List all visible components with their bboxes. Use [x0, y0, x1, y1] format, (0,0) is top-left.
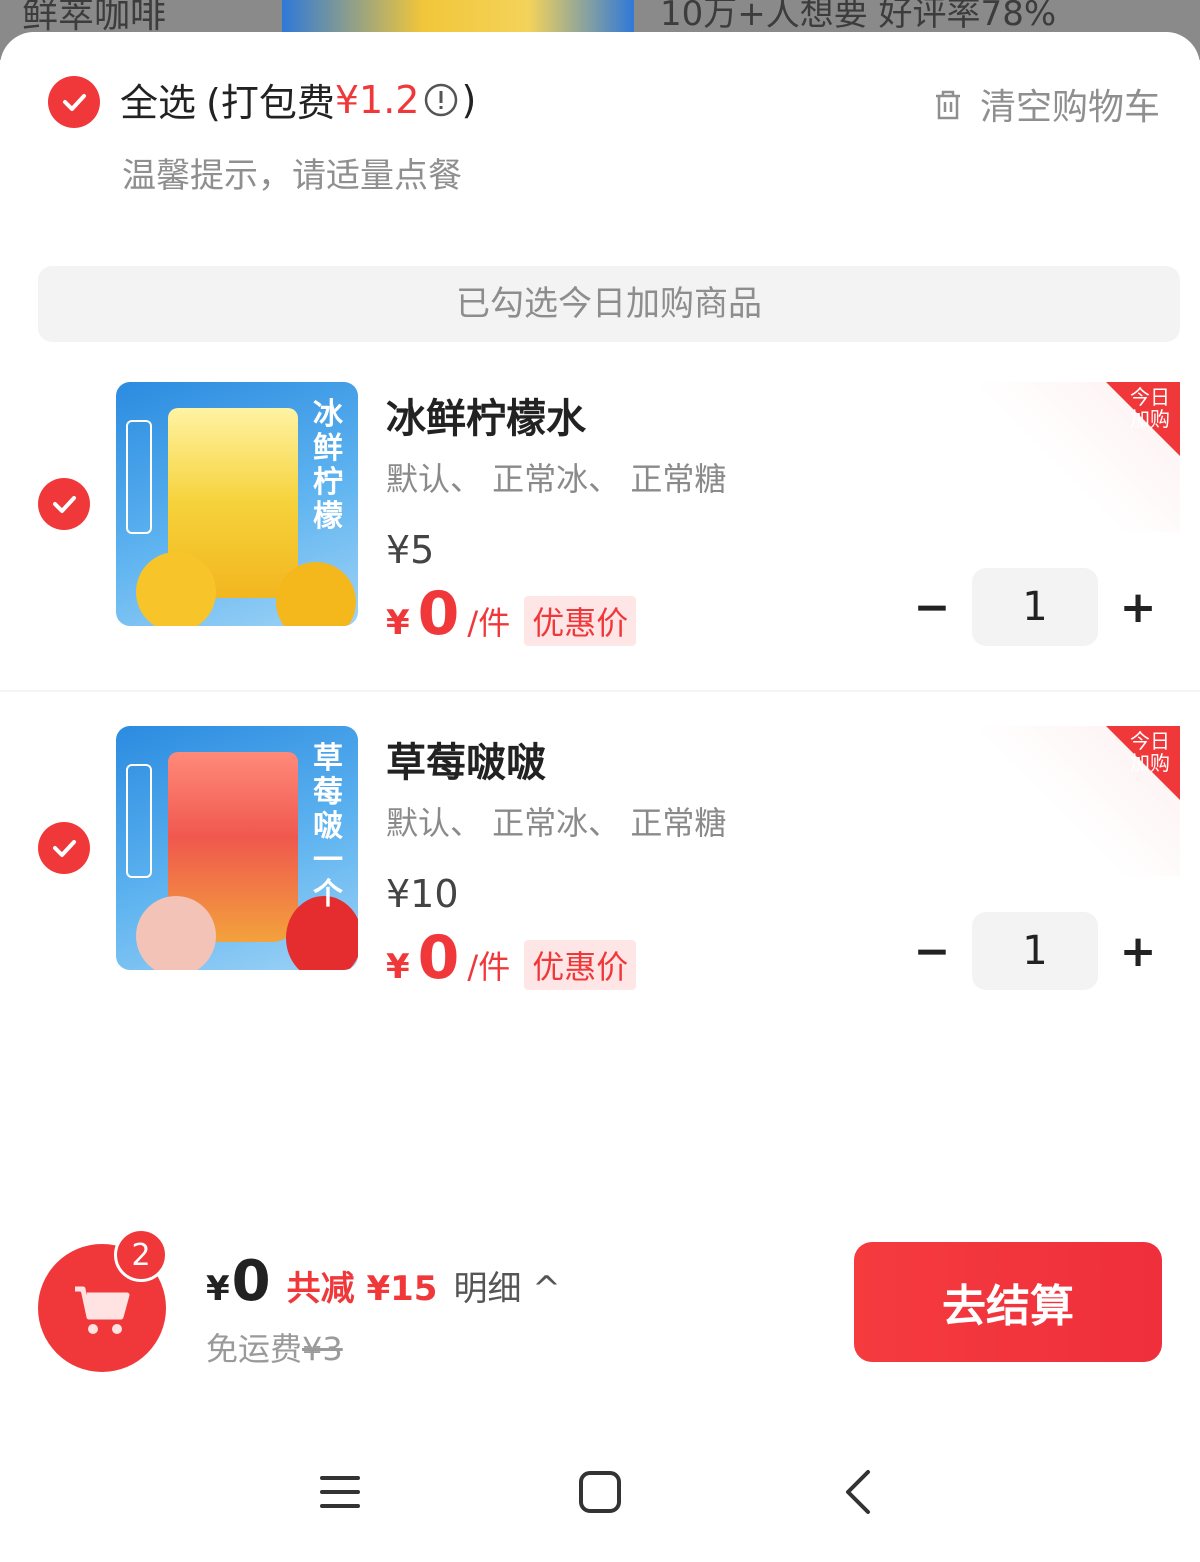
- cart-item: 草莓啵一个 草莓啵啵 默认、 正常冰、 正常糖 ¥10 ¥0 /件 优惠价 今日…: [0, 726, 1200, 1026]
- addon-corner-badge: 今日加购: [980, 382, 1180, 532]
- product-image-side-label: [126, 420, 152, 534]
- total-amount: 0: [231, 1249, 271, 1314]
- packing-fee-prefix: (打包费: [206, 81, 335, 125]
- quantity-stepper: − 1 +: [912, 568, 1158, 646]
- price-detail-toggle[interactable]: 明细 ^: [453, 1261, 560, 1310]
- quantity-value[interactable]: 1: [972, 912, 1098, 990]
- discount-total: 共减 ¥15: [286, 1269, 438, 1309]
- menu-button[interactable]: [310, 1462, 370, 1522]
- back-button[interactable]: [830, 1462, 890, 1522]
- item-divider: [0, 690, 1200, 692]
- info-icon[interactable]: [423, 82, 459, 118]
- lemon-slice: [276, 562, 356, 626]
- background-rating-text: 10万+人想要 好评率78%: [660, 0, 1057, 34]
- shipping-info: 免运费¥3: [206, 1324, 343, 1370]
- shipping-label: 免运费: [206, 1330, 303, 1368]
- increase-button[interactable]: +: [1118, 582, 1158, 633]
- item-spec: 默认、 正常冰、 正常糖: [386, 804, 727, 842]
- decrease-button[interactable]: −: [912, 926, 952, 977]
- clear-cart-button[interactable]: 清空购物车: [928, 78, 1160, 130]
- product-image-text: 草莓啵一个: [313, 741, 343, 912]
- system-nav-bar: [0, 1440, 1200, 1540]
- product-image-text: 冰鲜柠檬: [313, 397, 343, 534]
- total-currency: ¥: [206, 1269, 230, 1309]
- select-all-label[interactable]: 全选: [120, 72, 196, 127]
- price-currency: ¥: [386, 947, 410, 987]
- lemon-slice: [136, 552, 216, 626]
- clear-cart-label: 清空购物车: [979, 87, 1160, 128]
- checkout-button[interactable]: 去结算: [854, 1242, 1162, 1362]
- product-image-side-label: [126, 764, 152, 878]
- check-icon: [63, 94, 86, 111]
- check-icon: [53, 840, 76, 857]
- trash-icon: [935, 90, 960, 120]
- item-spec: 默认、 正常冰、 正常糖: [386, 460, 727, 498]
- price-unit: /件: [467, 604, 511, 642]
- back-icon: [846, 1470, 870, 1514]
- item-current-price: ¥0 /件 优惠价: [386, 579, 637, 649]
- item-name: 草莓啵啵: [386, 740, 546, 786]
- decrease-button[interactable]: −: [912, 582, 952, 633]
- cart-icon: [75, 1286, 130, 1334]
- cart-item: 冰鲜柠檬 冰鲜柠檬水 默认、 正常冰、 正常糖 ¥5 ¥0 /件 优惠价 今日加…: [0, 382, 1200, 682]
- select-all-checkbox[interactable]: [48, 76, 100, 128]
- item-current-price: ¥0 /件 优惠价: [386, 923, 637, 993]
- price-value: 0: [417, 923, 460, 993]
- cart-count-badge: 2: [114, 1228, 168, 1282]
- select-all-row: 全选 (打包费 ¥1.2 ): [120, 72, 476, 127]
- item-checkbox[interactable]: [38, 822, 90, 874]
- home-icon: [579, 1471, 621, 1513]
- order-total: ¥0 共减 ¥15 明细 ^: [206, 1254, 561, 1310]
- packing-fee-suffix: ): [461, 77, 477, 122]
- item-checkbox[interactable]: [38, 478, 90, 530]
- product-image[interactable]: 草莓啵一个: [116, 726, 358, 970]
- item-original-price: ¥10: [386, 872, 459, 916]
- product-image[interactable]: 冰鲜柠檬: [116, 382, 358, 626]
- addon-corner-label: 今日加购: [1130, 385, 1170, 431]
- addon-corner-label: 今日加购: [1130, 729, 1170, 775]
- item-name: 冰鲜柠檬水: [386, 396, 586, 442]
- discount-tag: 优惠价: [524, 596, 637, 646]
- check-icon: [53, 496, 76, 513]
- price-value: 0: [417, 579, 460, 649]
- selected-addon-banner: 已勾选今日加购商品: [38, 266, 1180, 342]
- home-button[interactable]: [570, 1462, 630, 1522]
- price-unit: /件: [467, 948, 511, 986]
- packing-fee-amount: ¥1.2: [334, 77, 420, 122]
- discount-tag: 优惠价: [524, 940, 637, 990]
- quantity-value[interactable]: 1: [972, 568, 1098, 646]
- quantity-stepper: − 1 +: [912, 912, 1158, 990]
- warm-tip: 温馨提示，请适量点餐: [122, 156, 462, 196]
- price-currency: ¥: [386, 603, 410, 643]
- shipping-original-price: ¥3: [302, 1330, 343, 1368]
- addon-corner-badge: 今日加购: [980, 726, 1180, 876]
- menu-icon: [320, 1476, 360, 1508]
- item-original-price: ¥5: [386, 528, 435, 572]
- increase-button[interactable]: +: [1118, 926, 1158, 977]
- strawberry: [136, 896, 216, 970]
